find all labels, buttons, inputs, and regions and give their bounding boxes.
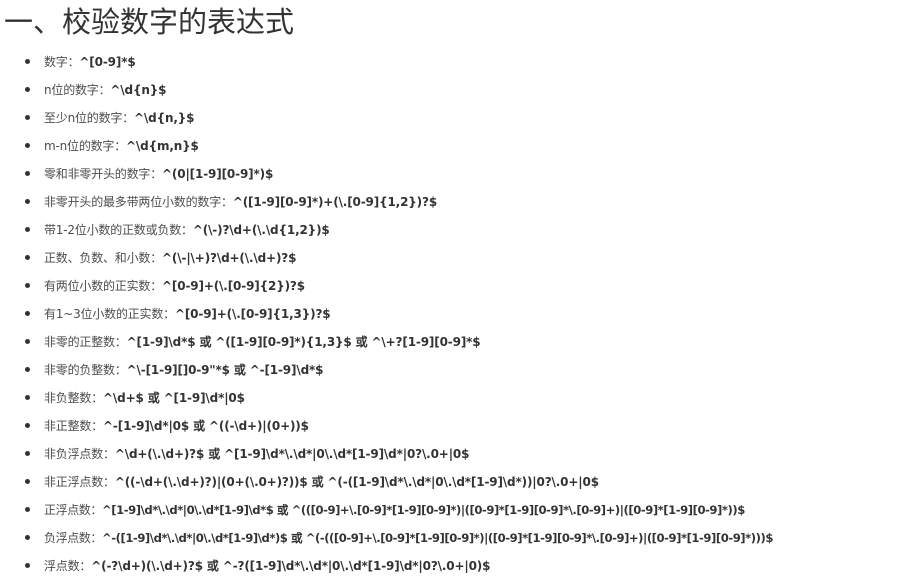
rule-description: n位的数字： [44,83,111,97]
bullet-icon [25,227,30,232]
rule-pattern: ^[1-9]\d*$ 或 ^([1-9][0-9]*){1,3}$ 或 ^\+?… [126,335,481,349]
rule-pattern: ^(\-)?\d+(\.\d{1,2})$ [192,223,330,237]
rule-pattern: ^[0-9]*$ [79,55,136,69]
rule-pattern: ^\d+(\.\d+)?$ 或 ^[1-9]\d*\.\d*|0\.\d*[1-… [114,447,470,461]
rule-pattern: ^\d{n,}$ [134,111,195,125]
rule-description: 有两位小数的正实数： [44,279,163,293]
list-item: 浮点数：^(-?\d+)(\.\d+)?$ 或 ^-?([1-9]\d*\.\d… [0,551,922,579]
rule-description: 带1-2位小数的正数或负数： [44,223,193,237]
bullet-icon [25,255,30,260]
rule-pattern: ^(0|[1-9][0-9]*)$ [162,167,274,181]
rule-pattern: ^\d{m,n}$ [126,139,199,153]
bullet-icon [25,171,30,176]
bullet-icon [25,143,30,148]
rule-pattern: ^[0-9]+(\.[0-9]{1,3})?$ [174,307,331,321]
rule-description: 非正整数： [44,419,104,433]
list-item: 零和非零开头的数字：^(0|[1-9][0-9]*)$ [0,159,922,187]
rule-description: 非零开头的最多带两位小数的数字： [44,195,233,209]
rule-description: 有1~3位小数的正实数： [44,307,175,321]
rule-pattern: ^-[1-9]\d*|0$ 或 ^((-\d+)|(0+))$ [103,419,309,433]
list-item: 非零开头的最多带两位小数的数字：^([1-9][0-9]*)+(\.[0-9]{… [0,187,922,215]
document-page: 一、校验数字的表达式 数字：^[0-9]*$ n位的数字：^\d{n}$ 至少n… [0,0,922,577]
list-item: 有两位小数的正实数：^[0-9]+(\.[0-9]{2})?$ [0,271,922,299]
bullet-icon [25,115,30,120]
rule-description: 数字： [44,55,80,69]
bullet-icon [25,87,30,92]
list-item: 正数、负数、和小数：^(\-|\+)?\d+(\.\d+)?$ [0,243,922,271]
rule-pattern: ^([1-9][0-9]*)+(\.[0-9]{1,2})?$ [232,195,438,209]
bullet-icon [25,451,30,456]
list-item: 有1~3位小数的正实数：^[0-9]+(\.[0-9]{1,3})?$ [0,299,922,327]
bullet-icon [25,283,30,288]
rule-description: 非负浮点数： [44,447,115,461]
rule-pattern: ^-([1-9]\d*\.\d*|0\.\d*[1-9]\d*)$ 或 ^(-(… [102,531,773,545]
rule-description: 非零的负整数： [44,363,127,377]
list-item: 非负整数：^\d+$ 或 ^[1-9]\d*|0$ [0,383,922,411]
rule-description: 正数、负数、和小数： [44,251,163,265]
rule-pattern: ^((-\d+(\.\d+)?)|(0+(\.0+)?))$ 或 ^(-([1-… [114,475,599,489]
rule-pattern: ^[1-9]\d*\.\d*|0\.\d*[1-9]\d*$ 或 ^(([0-9… [102,503,745,517]
bullet-icon [25,311,30,316]
list-item: 非正浮点数：^((-\d+(\.\d+)?)|(0+(\.0+)?))$ 或 ^… [0,467,922,495]
list-item: 非零的负整数：^\-[1-9][]0-9"*$ 或 ^-[1-9]\d*$ [0,355,922,383]
bullet-icon [25,395,30,400]
list-item: n位的数字：^\d{n}$ [0,75,922,103]
rule-pattern: ^[0-9]+(\.[0-9]{2})?$ [162,279,305,293]
rule-pattern: ^\d{n}$ [110,83,167,97]
rule-pattern: ^(-?\d+)(\.\d+)?$ 或 ^-?([1-9]\d*\.\d*|0\… [91,559,491,573]
rule-description: 非正浮点数： [44,475,115,489]
bullet-icon [25,535,30,540]
list-item: m-n位的数字：^\d{m,n}$ [0,131,922,159]
list-item: 负浮点数：^-([1-9]\d*\.\d*|0\.\d*[1-9]\d*)$ 或… [0,523,922,551]
rule-description: 正浮点数： [44,503,103,517]
bullet-icon [25,423,30,428]
rule-description: 至少n位的数字： [44,111,135,125]
section-heading: 一、校验数字的表达式 [4,5,295,39]
bullet-icon [25,199,30,204]
rule-pattern: ^\-[1-9][]0-9"*$ 或 ^-[1-9]\d*$ [126,363,324,377]
list-item: 带1-2位小数的正数或负数：^(\-)?\d+(\.\d{1,2})$ [0,215,922,243]
rule-pattern: ^\d+$ 或 ^[1-9]\d*|0$ [103,391,245,405]
rule-pattern: ^(\-|\+)?\d+(\.\d+)?$ [162,251,297,265]
list-item: 正浮点数：^[1-9]\d*\.\d*|0\.\d*[1-9]\d*$ 或 ^(… [0,495,922,523]
bullet-icon [25,59,30,64]
bullet-icon [25,507,30,512]
rule-description: 负浮点数： [44,531,103,545]
rule-description: 浮点数： [44,559,92,573]
bullet-icon [25,479,30,484]
rule-description: 零和非零开头的数字： [44,167,163,181]
list-item: 至少n位的数字：^\d{n,}$ [0,103,922,131]
bullet-icon [25,563,30,568]
rule-description: 非负整数： [44,391,104,405]
list-item: 非正整数：^-[1-9]\d*|0$ 或 ^((-\d+)|(0+))$ [0,411,922,439]
bullet-icon [25,339,30,344]
regex-rule-list: 数字：^[0-9]*$ n位的数字：^\d{n}$ 至少n位的数字：^\d{n,… [0,47,922,579]
list-item: 非零的正整数：^[1-9]\d*$ 或 ^([1-9][0-9]*){1,3}$… [0,327,922,355]
list-item: 数字：^[0-9]*$ [0,47,922,75]
list-item: 非负浮点数：^\d+(\.\d+)?$ 或 ^[1-9]\d*\.\d*|0\.… [0,439,922,467]
rule-description: m-n位的数字： [44,139,127,153]
rule-description: 非零的正整数： [44,335,127,349]
bullet-icon [25,367,30,372]
